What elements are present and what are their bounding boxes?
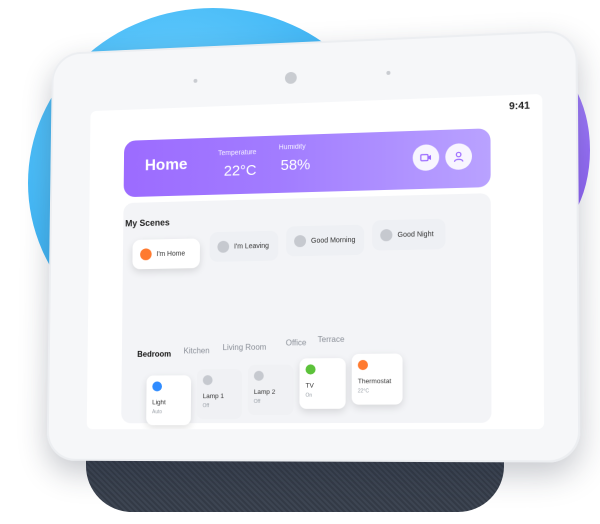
- light-icon: [152, 381, 162, 391]
- device-state: On: [305, 393, 339, 399]
- page-title: Home: [145, 156, 188, 175]
- moon-icon: [380, 229, 392, 241]
- scenes-title: My Scenes: [125, 218, 170, 229]
- device-light[interactable]: Light Auto: [146, 375, 191, 425]
- scene-label: I'm Home: [156, 250, 185, 257]
- mic-icon: [194, 79, 198, 83]
- members-button[interactable]: [445, 143, 472, 170]
- leaving-icon: [217, 241, 229, 253]
- temperature-value: 22°C: [224, 162, 257, 180]
- device-name: Lamp 1: [203, 393, 236, 400]
- status-time: 9:41: [509, 101, 530, 113]
- tab-terrace[interactable]: Terrace: [318, 335, 345, 344]
- scene-label: Good Morning: [311, 236, 355, 244]
- tab-living-room[interactable]: Living Room: [223, 343, 267, 352]
- camera-icon: [285, 72, 297, 84]
- tab-bedroom[interactable]: Bedroom: [137, 350, 171, 359]
- device-frame: 9:41 Home Temperature 22°C Humidity 58% …: [47, 30, 581, 463]
- device-name: Thermostat: [358, 378, 397, 385]
- device-state: Auto: [152, 409, 185, 415]
- temperature-label: Temperature: [218, 149, 256, 157]
- device-name: Lamp 2: [254, 389, 288, 396]
- lamp-icon: [203, 375, 213, 385]
- humidity-label: Humidity: [279, 144, 306, 152]
- device-tv[interactable]: TV On: [299, 358, 345, 409]
- device-state: 22°C: [358, 388, 397, 394]
- tab-kitchen[interactable]: Kitchen: [184, 346, 210, 355]
- scene-im-home[interactable]: I'm Home: [132, 238, 200, 269]
- scene-im-leaving[interactable]: I'm Leaving: [210, 231, 279, 262]
- device-lamp-1[interactable]: Lamp 1 Off: [197, 369, 242, 419]
- smart-display: 9:41 Home Temperature 22°C Humidity 58% …: [47, 30, 581, 463]
- tv-icon: [306, 364, 316, 374]
- humidity-value: 58%: [281, 156, 311, 174]
- scene-good-night[interactable]: Good Night: [372, 219, 445, 251]
- device-name: Light: [152, 399, 185, 406]
- device-lamp-2[interactable]: Lamp 2 Off: [248, 365, 294, 416]
- device-name: TV: [305, 382, 339, 389]
- camera-button[interactable]: [413, 144, 440, 171]
- screen: 9:41 Home Temperature 22°C Humidity 58% …: [87, 94, 544, 429]
- mic-icon: [386, 71, 390, 75]
- device-state: Off: [203, 403, 236, 409]
- scene-good-morning[interactable]: Good Morning: [286, 225, 364, 257]
- device-thermostat[interactable]: Thermostat 22°C: [352, 353, 403, 404]
- thermostat-icon: [358, 360, 368, 370]
- lamp-icon: [254, 371, 264, 381]
- scene-label: I'm Leaving: [234, 242, 269, 250]
- device-state: Off: [254, 399, 288, 405]
- home-header: Home Temperature 22°C Humidity 58%: [124, 128, 491, 197]
- scene-label: Good Night: [397, 231, 433, 239]
- users-icon: [452, 150, 464, 163]
- video-camera-icon: [420, 151, 432, 163]
- sunrise-icon: [294, 235, 306, 247]
- home-icon: [140, 248, 152, 260]
- tab-office[interactable]: Office: [286, 338, 307, 347]
